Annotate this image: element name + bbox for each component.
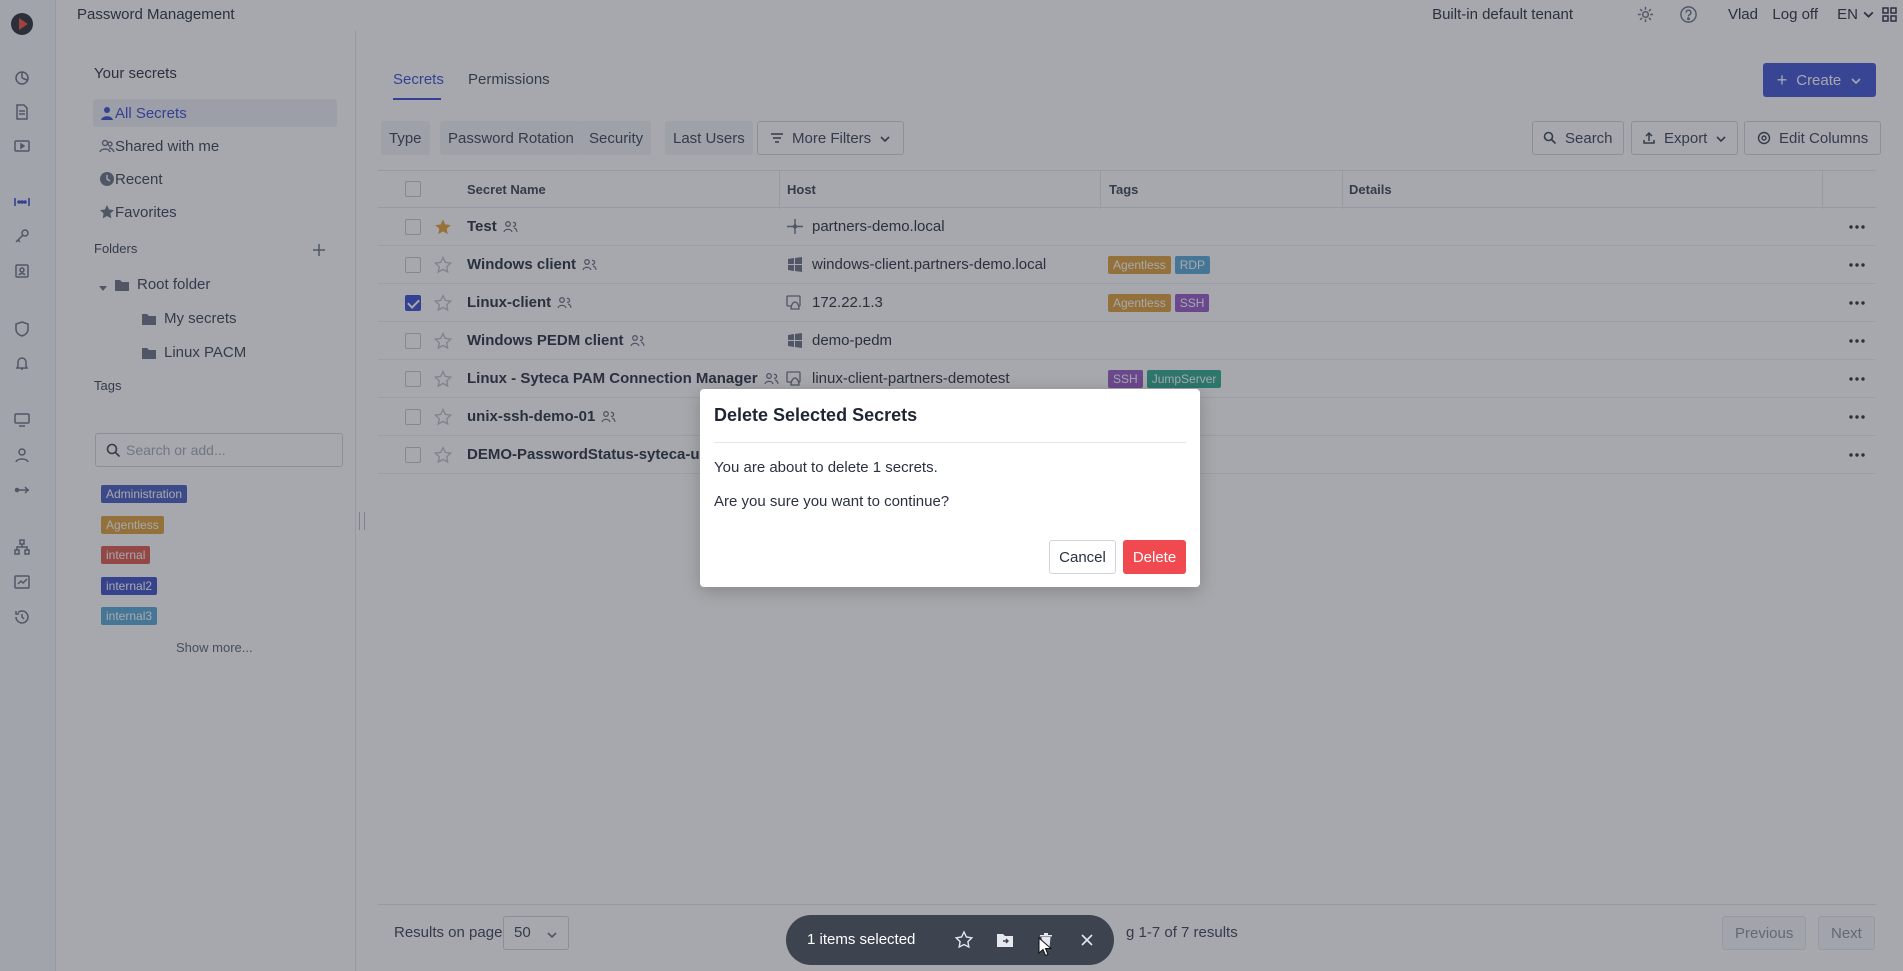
selection-count: 1 items selected (807, 931, 916, 948)
star-icon[interactable] (954, 930, 974, 950)
mouse-cursor-icon (1038, 936, 1053, 957)
dialog-message: You are about to delete 1 secrets. (714, 459, 938, 476)
close-icon[interactable] (1077, 930, 1097, 950)
move-to-folder-icon[interactable] (995, 930, 1015, 950)
dialog-title: Delete Selected Secrets (714, 405, 918, 425)
dialog-question: Are you sure you want to continue? (714, 493, 950, 510)
cancel-button[interactable]: Cancel (1049, 540, 1116, 574)
dialog-divider (714, 442, 1186, 443)
delete-button[interactable]: Delete (1123, 540, 1186, 574)
delete-confirmation-dialog: Delete Selected Secrets You are about to… (700, 389, 1200, 587)
selection-action-bar: 1 items selected (786, 915, 1114, 965)
